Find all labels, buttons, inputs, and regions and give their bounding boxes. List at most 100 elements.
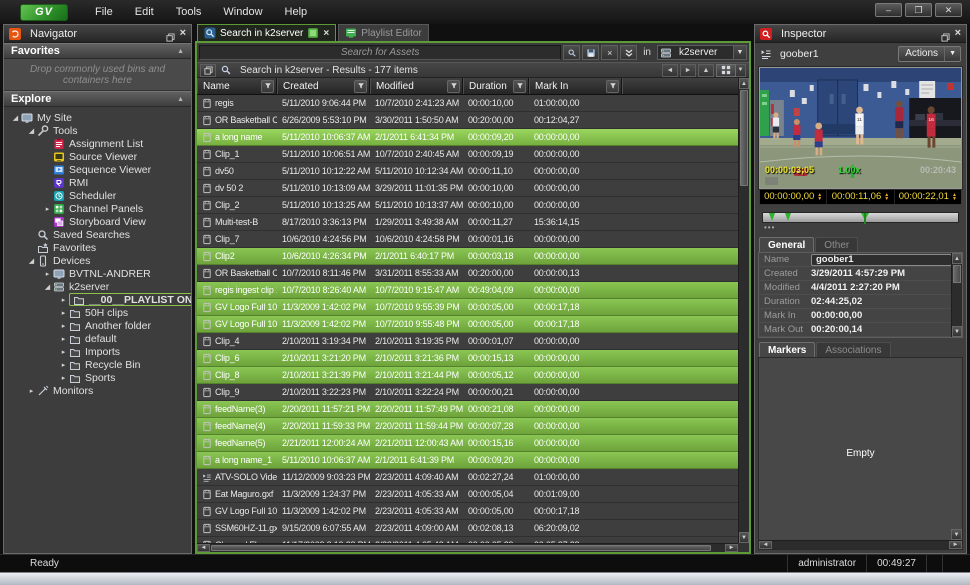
mark-in-flag[interactable] <box>769 213 775 221</box>
expander-icon[interactable]: ▸ <box>58 309 69 317</box>
save-search-button[interactable] <box>582 45 599 60</box>
tree-item-devices[interactable]: ◢Devices <box>4 254 191 267</box>
scroll-up-icon[interactable]: ▲ <box>739 78 749 89</box>
expand-search-button[interactable] <box>620 45 637 60</box>
expander-icon[interactable]: ◢ <box>10 114 21 122</box>
scroll-thumb[interactable] <box>953 265 961 283</box>
scroll-down-icon[interactable]: ▼ <box>739 532 749 543</box>
expander-icon[interactable]: ▸ <box>58 361 69 369</box>
scroll-up-icon[interactable]: ▲ <box>952 253 962 264</box>
table-row[interactable]: GV Logo Full 1080...11/3/2009 1:42:02 PM… <box>197 316 738 333</box>
tree-item-assignment-list[interactable]: Assignment List <box>4 137 191 150</box>
tree-item-default[interactable]: ▸default <box>4 332 191 345</box>
favorites-header[interactable]: Favorites ▲ <box>4 43 191 59</box>
menu-window[interactable]: Window <box>212 2 273 22</box>
mark-out-timecode[interactable]: 00:00:22,01▲▼ <box>895 189 961 204</box>
table-row[interactable]: ATV-SOLO Video...11/12/2009 9:03:23 PM2/… <box>197 469 738 486</box>
column-header-mark-in[interactable]: Mark In <box>529 78 622 94</box>
scroll-right-icon[interactable]: ► <box>949 541 962 549</box>
table-row[interactable]: a long name5/11/2010 10:06:37 AM2/1/2011… <box>197 129 738 146</box>
expander-icon[interactable]: ▸ <box>58 335 69 343</box>
dock-icon[interactable] <box>941 29 950 38</box>
spinner-icon[interactable]: ▲▼ <box>884 193 889 201</box>
table-row[interactable]: feedName(3)2/20/2011 11:57:21 PM2/20/201… <box>197 401 738 418</box>
splitter-handle[interactable]: ••• <box>762 225 959 233</box>
restore-button[interactable]: ❐ <box>905 3 932 17</box>
table-row[interactable]: feedName(5)2/21/2011 12:00:24 AM2/21/201… <box>197 435 738 452</box>
scroll-thumb[interactable] <box>740 90 748 186</box>
tree-item-sequence-viewer[interactable]: Sequence Viewer <box>4 163 191 176</box>
table-row[interactable]: Clip_25/11/2010 10:13:25 AM5/11/2010 10:… <box>197 197 738 214</box>
table-row[interactable]: GV Logo Full 1080...11/3/2009 1:42:02 PM… <box>197 503 738 520</box>
tab-associations[interactable]: Associations <box>816 342 890 357</box>
expander-icon[interactable]: ▸ <box>42 270 53 278</box>
back-button[interactable]: ◄ <box>662 64 678 77</box>
explore-header[interactable]: Explore ▲ <box>4 91 191 107</box>
tab-general[interactable]: General <box>759 237 814 252</box>
menu-file[interactable]: File <box>84 2 124 22</box>
tree-item-sports[interactable]: ▸Sports <box>4 371 191 384</box>
expander-icon[interactable]: ◢ <box>26 127 37 135</box>
tab-other[interactable]: Other <box>815 237 858 252</box>
table-row[interactable]: OR Basketball Ca...6/26/2009 5:53:10 PM3… <box>197 112 738 129</box>
up-button[interactable]: ▲ <box>698 64 714 77</box>
minimize-button[interactable]: – <box>875 3 902 17</box>
chevron-down-icon[interactable]: ▼ <box>944 47 960 61</box>
fields-scrollbar[interactable]: ▲▼ <box>951 253 962 337</box>
chevron-down-icon[interactable]: ▼ <box>733 46 746 59</box>
table-row[interactable]: dv505/11/2010 10:12:22 AM5/11/2010 10:12… <box>197 163 738 180</box>
table-row[interactable]: feedName(4)2/20/2011 11:59:33 PM2/20/201… <box>197 418 738 435</box>
video-preview[interactable]: 11 16 <box>759 67 962 189</box>
tree-item-another-folder[interactable]: ▸Another folder <box>4 319 191 332</box>
table-row[interactable]: Clip_15/11/2010 10:06:51 AM10/7/2010 2:4… <box>197 146 738 163</box>
marker-flag[interactable] <box>785 213 791 221</box>
scrubber-track[interactable] <box>762 212 959 223</box>
search-scope-dropdown[interactable]: k2server ▼ <box>657 45 747 60</box>
actions-button[interactable]: Actions ▼ <box>898 46 961 62</box>
tree-item-saved-searches[interactable]: Saved Searches <box>4 228 191 241</box>
scroll-thumb[interactable] <box>211 545 711 551</box>
menu-edit[interactable]: Edit <box>124 2 165 22</box>
spinner-icon[interactable]: ▲▼ <box>817 193 822 201</box>
forward-button[interactable]: ► <box>680 64 696 77</box>
scroll-left-icon[interactable]: ◄ <box>197 544 210 552</box>
column-header-modified[interactable]: Modified <box>370 78 463 94</box>
expander-icon[interactable]: ▸ <box>58 374 69 382</box>
table-row[interactable]: Clip_82/10/2011 3:21:39 PM2/10/2011 3:21… <box>197 367 738 384</box>
table-row[interactable]: Clip210/6/2010 4:26:34 PM2/1/2011 6:40:1… <box>197 248 738 265</box>
clear-search-button[interactable]: × <box>601 45 618 60</box>
close-button[interactable]: ✕ <box>935 3 962 17</box>
tab-search-in-k2server[interactable]: Search in k2server × <box>197 24 336 41</box>
expander-icon[interactable]: ▸ <box>26 387 37 395</box>
name-field[interactable] <box>811 254 952 266</box>
undock-results-button[interactable] <box>200 64 216 77</box>
filter-icon[interactable] <box>261 80 274 93</box>
tree-item-storyboard-view[interactable]: Storyboard View <box>4 215 191 228</box>
expander-icon[interactable]: ◢ <box>42 283 53 291</box>
close-icon[interactable]: × <box>955 29 961 38</box>
tree-item-recycle-bin[interactable]: ▸Recycle Bin <box>4 358 191 371</box>
tree-item-50h-clips[interactable]: ▸50H clips <box>4 306 191 319</box>
filter-icon[interactable] <box>513 80 526 93</box>
tree-item-k2server[interactable]: ◢k2server <box>4 280 191 293</box>
current-timecode[interactable]: 00:00:11,06▲▼ <box>827 189 894 204</box>
expander-icon[interactable]: ▸ <box>42 205 53 213</box>
tab-markers[interactable]: Markers <box>759 342 815 357</box>
table-row[interactable]: Clip_710/6/2010 4:24:56 PM10/6/2010 4:24… <box>197 231 738 248</box>
tree-item-source-viewer[interactable]: Source Viewer <box>4 150 191 163</box>
table-row[interactable]: a long name_15/11/2010 10:06:37 AM2/1/20… <box>197 452 738 469</box>
tree-item-channel-panels[interactable]: ▸Channel Panels <box>4 202 191 215</box>
table-row[interactable]: regis5/11/2010 9:06:44 PM10/7/2010 2:41:… <box>197 95 738 112</box>
table-row[interactable]: regis ingest clip 1110/7/2010 8:26:40 AM… <box>197 282 738 299</box>
table-row[interactable]: GV Logo Full 1080...11/3/2009 1:42:02 PM… <box>197 299 738 316</box>
table-row[interactable]: Eat Maguro.gxf11/3/2009 1:24:37 PM2/23/2… <box>197 486 738 503</box>
table-row[interactable]: Clip_92/10/2011 3:22:23 PM2/10/2011 3:22… <box>197 384 738 401</box>
table-row[interactable]: SSM60HZ-11.gxf9/15/2009 6:07:55 AM2/23/2… <box>197 520 738 537</box>
run-search-button[interactable] <box>563 45 580 60</box>
dock-green-icon[interactable] <box>307 27 319 39</box>
table-row[interactable]: OR Basketball Ca...10/7/2010 8:11:46 PM3… <box>197 265 738 282</box>
tree-item-monitors[interactable]: ▸Monitors <box>4 384 191 397</box>
scroll-left-icon[interactable]: ◄ <box>759 541 772 549</box>
expander-icon[interactable]: ▸ <box>58 348 69 356</box>
view-mode-dropdown[interactable]: ▼ <box>716 64 746 77</box>
